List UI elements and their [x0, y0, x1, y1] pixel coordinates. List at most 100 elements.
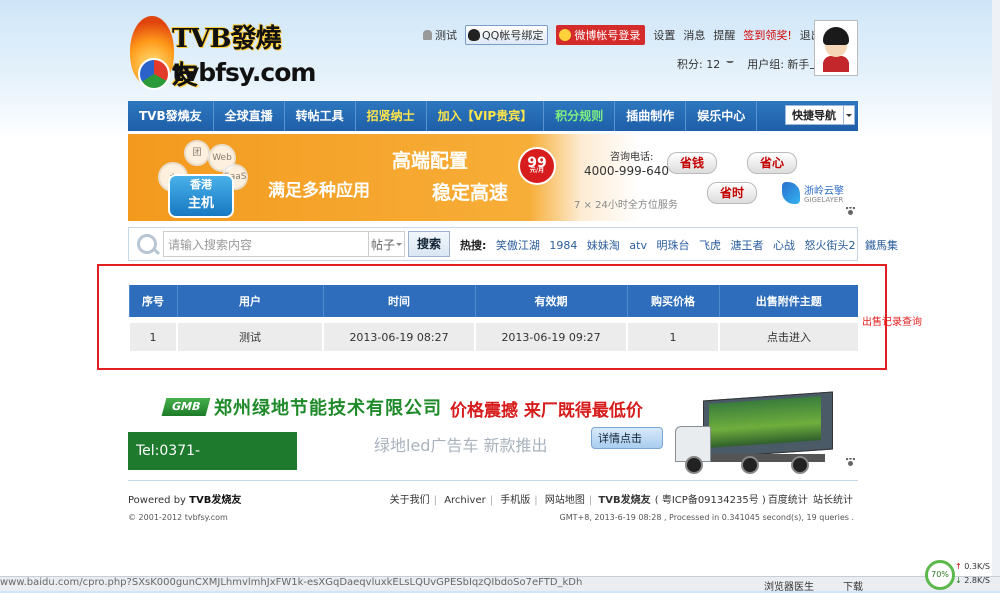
save-time-pill: 省时 [707, 182, 757, 204]
speed-gauge: 70% [925, 560, 955, 590]
nav-item-entertainment[interactable]: 娱乐中心 [686, 101, 758, 131]
banner-slogan-bottom: 稳定高速 [432, 182, 509, 204]
baidu-stats-link[interactable]: 百度统计 [768, 495, 808, 506]
reminders-link[interactable]: 提醒 [713, 27, 735, 43]
details-button[interactable]: 详情点击 [591, 427, 663, 449]
hot-link[interactable]: 鐵馬集 [865, 239, 898, 252]
enter-topic-link[interactable]: 点击进入 [718, 323, 858, 351]
logo-domain: tvbfsy.com [172, 58, 316, 87]
qq-icon [468, 29, 480, 41]
hot-link[interactable]: 笑傲江湖 [496, 239, 540, 252]
search-bar: 请输入搜索内容 帖子 搜索 热搜: 笑傲江湖 1984 妹妹淘 atv 明珠台 … [128, 227, 898, 261]
company-name: 郑州绿地节能技术有限公司 [214, 398, 442, 419]
quick-nav-select[interactable]: 快捷导航 [785, 105, 855, 125]
icp-link[interactable]: ( 粤ICP备09134235号 ) [655, 495, 766, 506]
nav-item-songs[interactable]: 插曲制作 [615, 101, 687, 131]
about-link[interactable]: 关于我们 [390, 495, 430, 506]
hot-link[interactable]: 飞虎 [699, 239, 721, 252]
banner-slogan-top: 高端配置 [392, 150, 469, 172]
sales-records-table: 序号 用户 时间 有效期 购买价格 出售附件主题 1 测试 2013-06-19… [128, 285, 858, 351]
status-url: www.baidu.com/cpro.php?SXsK000gunCXMJLhm… [0, 577, 583, 588]
annotation-label: 出售记录查询 [862, 317, 922, 328]
network-speed-widget[interactable]: 70% ↑ 0.3K/S ↓ 2.8K/S [921, 556, 991, 590]
cnzz-stats-link[interactable]: 站长统计 [813, 495, 853, 506]
hot-link[interactable]: 溏王者 [730, 239, 763, 252]
price-slogan: 价格震撼 来厂既得最低价 [450, 401, 643, 421]
qq-bind-button[interactable]: QQ帐号绑定 [465, 25, 549, 45]
col-user: 用户 [176, 285, 323, 317]
browser-doctor[interactable]: 浏览器医生 [764, 578, 814, 593]
table-row: 1 测试 2013-06-19 08:27 2013-06-19 09:27 1… [128, 323, 858, 351]
browser-status-bar: www.baidu.com/cpro.php?SXsK000gunCXMJLhm… [0, 576, 1000, 593]
hosting-ad-banner[interactable]: 团 Web ★ SaaS 香港 主机 满足多种应用 高端配置 稳定高速 99 元… [128, 134, 858, 221]
avatar-image [817, 23, 855, 73]
mobile-link[interactable]: 手机版 [500, 495, 530, 506]
nav-item-live[interactable]: 全球直播 [214, 101, 285, 131]
cell-user[interactable]: 测试 [176, 323, 323, 351]
user-icon [423, 30, 432, 40]
checkin-link[interactable]: 签到领奖! [743, 27, 791, 43]
archiver-link[interactable]: Archiver [444, 495, 486, 506]
nav-item-vip[interactable]: 加入【VIP贵宾】 [427, 101, 545, 131]
cell-index: 1 [128, 323, 177, 351]
hot-searches: 热搜: 笑傲江湖 1984 妹妹淘 atv 明珠台 飞虎 溏王者 心战 怒火街头… [460, 237, 904, 253]
col-topic: 出售附件主题 [718, 285, 858, 317]
avatar[interactable] [814, 20, 858, 76]
hot-link[interactable]: 1984 [549, 239, 577, 252]
search-type-select[interactable]: 帖子 [369, 231, 405, 257]
table-header-row: 序号 用户 时间 有效期 购买价格 出售附件主题 [128, 285, 858, 317]
gmb-logo: GMB [161, 398, 211, 416]
hot-link[interactable]: 明珠台 [656, 239, 689, 252]
col-time: 时间 [322, 285, 475, 317]
settings-link[interactable]: 设置 [653, 27, 675, 43]
banner-slogan-left: 满足多种应用 [268, 181, 370, 201]
led-truck-ad-banner[interactable]: GMB 郑州绿地节能技术有限公司 价格震撼 来厂既得最低价 绿地led广告车 新… [128, 388, 858, 497]
service-text: 7 × 24小时全方位服务 [574, 200, 678, 211]
paw-icon [846, 207, 855, 215]
nav-item-points-rules[interactable]: 积分规则 [544, 101, 616, 131]
company-tel: Tel:0371-63606006/7/8 [128, 432, 297, 497]
nav-item-home[interactable]: TVB發燒友 [128, 101, 214, 131]
site-logo[interactable]: TVB發燒友 tvbfsy.com [128, 14, 316, 92]
hot-link[interactable]: 心战 [773, 239, 795, 252]
username-link[interactable]: 测试 [423, 27, 457, 43]
footer-brand[interactable]: TVB发烧友 [598, 495, 650, 506]
copyright: © 2001-2012 tvbfsy.com [128, 513, 228, 522]
weibo-login-button[interactable]: 微博帐号登录 [556, 25, 646, 45]
page-stats: GMT+8, 2013-6-19 08:28 , Processed in 0.… [559, 513, 854, 522]
download-button[interactable]: 下载 [843, 578, 863, 593]
nav-item-recruit[interactable]: 招贤纳士 [356, 101, 427, 131]
powered-name[interactable]: TVB发烧友 [189, 495, 241, 506]
logo-ball-icon [138, 58, 170, 90]
led-slogan: 绿地led广告车 新款推出 [374, 436, 548, 455]
sitemap-link[interactable]: 网站地图 [545, 495, 585, 506]
messages-link[interactable]: 消息 [683, 27, 705, 43]
cell-price: 1 [626, 323, 719, 351]
points-link[interactable]: 积分: 12 [677, 58, 720, 71]
paw-icon [846, 458, 855, 466]
weibo-icon [559, 29, 572, 41]
cell-expiry: 2013-06-19 09:27 [474, 323, 627, 351]
search-button[interactable]: 搜索 [408, 231, 450, 257]
hot-link[interactable]: atv [629, 239, 647, 252]
tel-number: 4000-999-640 [584, 164, 670, 178]
save-money-pill: 省钱 [667, 152, 717, 174]
col-expiry: 有效期 [474, 285, 627, 317]
col-price: 购买价格 [626, 285, 719, 317]
gigelayer-icon [782, 182, 800, 204]
save-worry-pill: 省心 [747, 152, 797, 174]
upload-speed: ↑ 0.3K/S [955, 562, 990, 571]
footer-links: 关于我们 | Archiver | 手机版 | 网站地图 | TVB发烧友 ( 粤ICP… [389, 495, 853, 506]
hk-host-badge: 香港 主机 [168, 174, 234, 218]
truck-image [671, 390, 833, 474]
nav-item-repost-tool[interactable]: 转帖工具 [285, 101, 356, 131]
search-input[interactable]: 请输入搜索内容 [163, 231, 369, 257]
points-dropdown-icon[interactable] [725, 61, 734, 69]
chevron-down-icon [843, 106, 854, 124]
cell-time: 2013-06-19 08:27 [322, 323, 475, 351]
powered-by: Powered by TVB发烧友 [128, 495, 242, 506]
hot-link[interactable]: 怒火街头2 [804, 239, 855, 252]
page-scrollbar[interactable] [992, 0, 1000, 576]
user-info: 积分: 12 用户组: 新手上路 [677, 56, 831, 72]
hot-link[interactable]: 妹妹淘 [587, 239, 620, 252]
